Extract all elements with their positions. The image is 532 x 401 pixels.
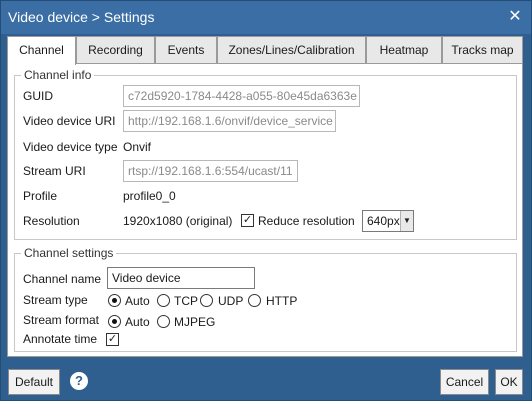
- default-button[interactable]: Default: [8, 369, 60, 395]
- stream-type-tcp-radio[interactable]: [157, 294, 170, 307]
- channel-panel: Channel info GUID c72d5920-1784-4428-a05…: [7, 63, 523, 357]
- stream-type-udp-label: UDP: [218, 294, 244, 308]
- stream-type-http-radio[interactable]: [248, 294, 261, 307]
- resolution-value: 1920x1080 (original): [123, 214, 233, 228]
- guid-field[interactable]: c72d5920-1784-4428-a055-80e45da6363e: [123, 85, 360, 107]
- reduce-resolution-checkbox[interactable]: ✓: [241, 214, 254, 227]
- channel-info-group: Channel info GUID c72d5920-1784-4428-a05…: [14, 68, 517, 240]
- stream-format-mjpeg-radio[interactable]: [157, 315, 170, 328]
- stream-uri-label: Stream URI: [23, 164, 86, 178]
- close-icon[interactable]: ✕: [505, 7, 525, 27]
- tab-bar: Channel Recording Events Zones/Lines/Cal…: [7, 36, 523, 65]
- stream-format-auto-radio[interactable]: [108, 315, 121, 328]
- stream-type-http-label: HTTP: [266, 294, 298, 308]
- reduce-resolution-select[interactable]: 640px ▼: [362, 210, 414, 232]
- window-title: Video device > Settings: [8, 9, 155, 25]
- profile-label: Profile: [23, 189, 58, 203]
- ok-button[interactable]: OK: [495, 369, 523, 395]
- stream-type-udp-radio[interactable]: [200, 294, 213, 307]
- tab-tracks-map[interactable]: Tracks map: [442, 36, 523, 64]
- channel-settings-group: Channel settings Channel name Video devi…: [14, 246, 517, 352]
- video-device-type-label: Video device type: [23, 140, 118, 154]
- tab-channel[interactable]: Channel: [7, 36, 76, 65]
- stream-type-label: Stream type: [23, 293, 88, 307]
- cancel-button[interactable]: Cancel: [440, 369, 489, 395]
- guid-label: GUID: [23, 89, 53, 103]
- settings-window: Video device > Settings ✕ Channel Record…: [0, 0, 532, 401]
- channel-name-field[interactable]: Video device: [107, 267, 255, 289]
- stream-type-auto-radio[interactable]: [108, 294, 121, 307]
- annotate-time-checkbox[interactable]: ✓: [106, 333, 119, 346]
- channel-name-label: Channel name: [23, 272, 102, 286]
- channel-settings-title: Channel settings: [21, 246, 117, 260]
- stream-type-tcp-label: TCP: [174, 294, 198, 308]
- stream-type-auto-label: Auto: [125, 294, 150, 308]
- annotate-time-label: Annotate time: [23, 332, 98, 346]
- reduce-resolution-label: Reduce resolution: [258, 214, 355, 228]
- resolution-label: Resolution: [23, 214, 80, 228]
- tab-recording[interactable]: Recording: [76, 36, 155, 64]
- video-device-uri-field[interactable]: http://192.168.1.6/onvif/device_service: [123, 110, 336, 132]
- tab-heatmap[interactable]: Heatmap: [366, 36, 442, 64]
- help-icon[interactable]: ?: [68, 370, 90, 392]
- tab-zones-lines-calibration[interactable]: Zones/Lines/Calibration: [217, 36, 366, 64]
- stream-uri-field[interactable]: rtsp://192.168.1.6:554/ucast/11: [123, 160, 298, 182]
- profile-value: profile0_0: [123, 189, 176, 203]
- stream-format-label: Stream format: [23, 313, 100, 327]
- title-bar[interactable]: Video device > Settings ✕: [1, 1, 531, 34]
- reduce-resolution-value: 640px: [367, 214, 400, 228]
- tab-events[interactable]: Events: [155, 36, 217, 64]
- video-device-type-value: Onvif: [123, 140, 152, 154]
- video-device-uri-label: Video device URI: [23, 114, 116, 128]
- channel-info-title: Channel info: [21, 68, 95, 82]
- stream-format-mjpeg-label: MJPEG: [174, 315, 216, 329]
- chevron-down-icon: ▼: [400, 211, 413, 231]
- stream-format-auto-label: Auto: [125, 315, 150, 329]
